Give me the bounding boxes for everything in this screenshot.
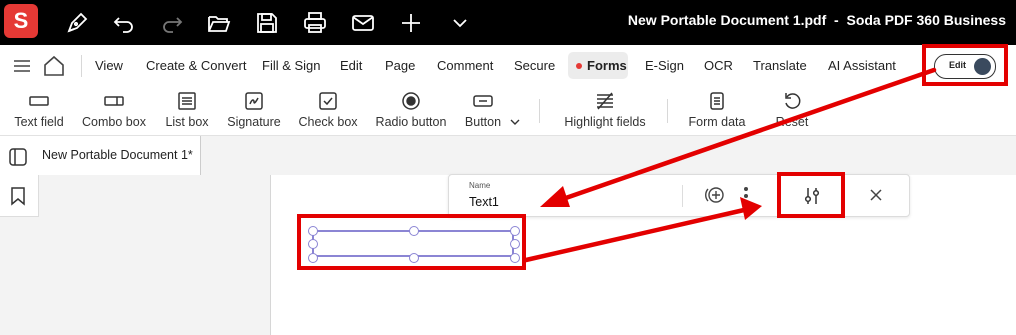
panel-toggle-icon[interactable]	[8, 147, 28, 172]
list-box-tool[interactable]: List box	[162, 91, 212, 129]
forms-toolbar: Text field Combo box List box Signature …	[0, 87, 1016, 136]
menu-edit[interactable]: Edit	[340, 58, 362, 73]
form-data-label: Form data	[688, 115, 746, 129]
signature-icon	[226, 91, 282, 111]
highlight-box-edit-toggle	[922, 44, 1008, 86]
button-dropdown-chevron-icon[interactable]	[509, 114, 521, 132]
highlight-fields-tool[interactable]: Highlight fields	[562, 91, 648, 129]
redo-icon[interactable]	[159, 10, 185, 36]
open-folder-icon[interactable]	[206, 10, 232, 36]
document-tab-label: New Portable Document 1*	[42, 148, 193, 162]
radio-button-tool[interactable]: Radio button	[374, 91, 448, 129]
menu-comment[interactable]: Comment	[437, 58, 493, 73]
menu-page[interactable]: Page	[385, 58, 415, 73]
mail-icon[interactable]	[350, 10, 376, 36]
reset-label: Reset	[775, 115, 809, 129]
text-field-icon	[12, 91, 66, 111]
plus-icon[interactable]	[398, 10, 424, 36]
hamburger-menu-icon[interactable]	[12, 57, 32, 80]
text-field-label: Text field	[14, 115, 64, 129]
add-action-icon[interactable]	[703, 186, 727, 209]
menu-ocr[interactable]: OCR	[704, 58, 733, 73]
combo-box-label: Combo box	[82, 115, 146, 129]
highlight-box-text-field	[297, 214, 526, 270]
check-box-icon	[298, 91, 358, 111]
button-icon	[463, 91, 503, 111]
more-options-icon[interactable]	[743, 186, 749, 211]
signature-tool[interactable]: Signature	[226, 91, 282, 129]
field-name-value[interactable]: Text1	[469, 195, 499, 209]
close-icon[interactable]	[869, 188, 883, 207]
reset-tool[interactable]: Reset	[774, 91, 810, 129]
highlight-box-properties	[777, 172, 845, 218]
combo-box-icon	[80, 91, 148, 111]
home-icon[interactable]	[42, 54, 66, 83]
print-icon[interactable]	[302, 10, 328, 36]
left-side-panel	[0, 136, 39, 217]
list-box-label: List box	[165, 115, 209, 129]
menu-create-convert[interactable]: Create & Convert	[146, 58, 246, 73]
bookmark-icon[interactable]	[9, 186, 27, 211]
menu-secure[interactable]: Secure	[514, 58, 555, 73]
toolbar-divider	[539, 99, 540, 123]
highlight-fields-icon	[562, 91, 648, 111]
toolbar-divider-2	[667, 99, 668, 123]
reset-icon	[774, 91, 810, 111]
document-tab[interactable]: New Portable Document 1*	[38, 136, 201, 175]
menu-ai-assistant[interactable]: AI Assistant	[828, 58, 896, 73]
text-field-tool[interactable]: Text field	[12, 91, 66, 129]
active-dot-icon	[576, 62, 582, 69]
window-title: New Portable Document 1.pdf - Soda PDF 3…	[627, 12, 1006, 28]
popup-divider	[682, 185, 683, 207]
menu-view[interactable]: View	[95, 58, 123, 73]
form-data-tool[interactable]: Form data	[688, 91, 746, 129]
button-tool[interactable]: Button	[463, 91, 503, 129]
check-box-tool[interactable]: Check box	[298, 91, 358, 129]
menu-forms-label: Forms	[587, 58, 627, 73]
radio-button-label: Radio button	[375, 115, 447, 129]
list-box-icon	[162, 91, 212, 111]
highlight-fields-label: Highlight fields	[564, 115, 646, 129]
pen-icon[interactable]	[64, 10, 90, 36]
menu-translate[interactable]: Translate	[753, 58, 807, 73]
title-bar: S New Portable Document 1.pdf - Soda PDF…	[0, 0, 1016, 45]
button-label: Button	[464, 115, 502, 129]
field-name-caption: Name	[469, 181, 491, 190]
signature-label: Signature	[227, 115, 281, 129]
menu-forms[interactable]: Forms	[576, 58, 627, 73]
check-box-label: Check box	[298, 115, 358, 129]
undo-icon[interactable]	[111, 10, 137, 36]
app-logo[interactable]: S	[4, 4, 38, 38]
menu-esign[interactable]: E-Sign	[645, 58, 684, 73]
menu-divider	[81, 55, 82, 77]
chevron-down-icon[interactable]	[447, 10, 473, 36]
save-icon[interactable]	[254, 10, 280, 36]
menu-fill-sign[interactable]: Fill & Sign	[262, 58, 321, 73]
form-data-icon	[688, 91, 746, 111]
radio-button-icon	[374, 91, 448, 111]
combo-box-tool[interactable]: Combo box	[80, 91, 148, 129]
